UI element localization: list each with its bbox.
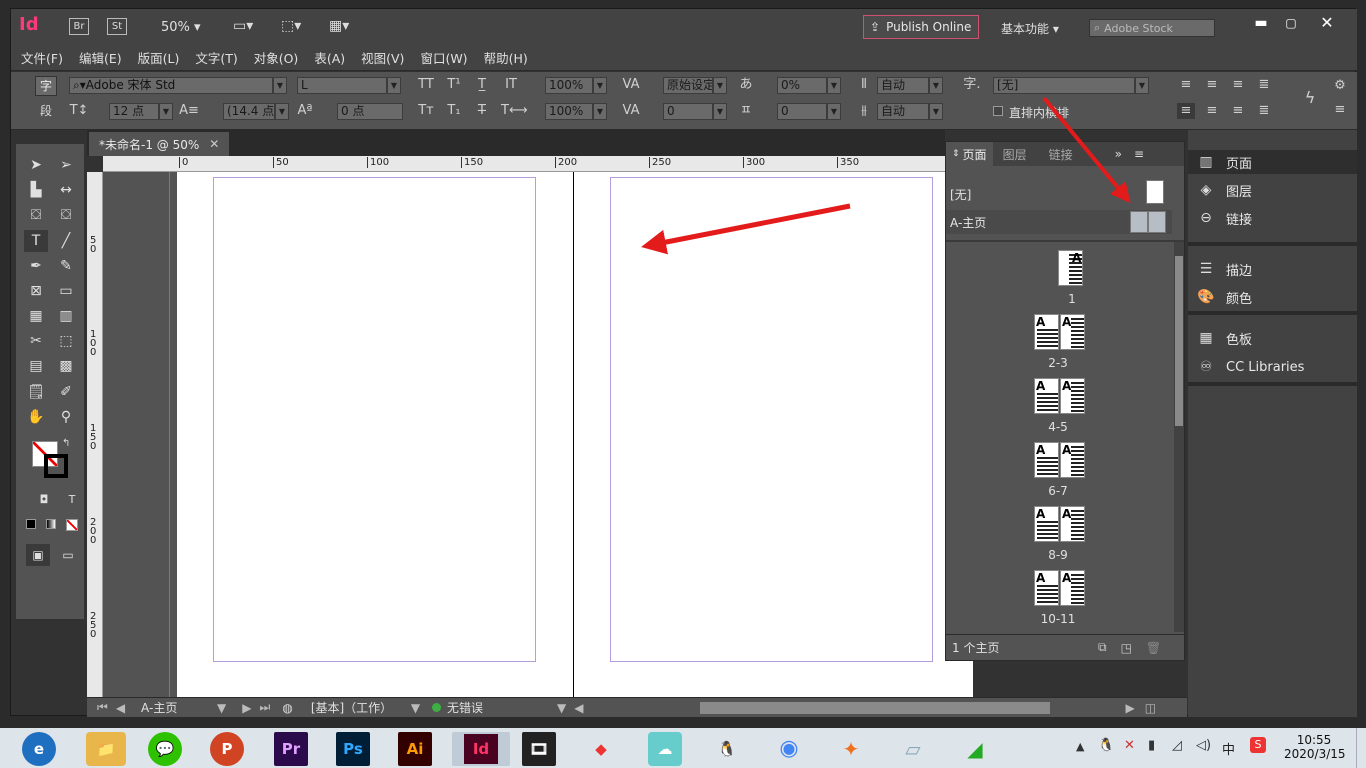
- taskbar-app-qq[interactable]: 🐧: [710, 732, 744, 766]
- taskbar-app-photoshop[interactable]: Ps: [336, 732, 370, 766]
- taskbar-app-notes[interactable]: ▱: [896, 732, 930, 766]
- taskbar-app-green[interactable]: ◢: [958, 732, 992, 766]
- tray-expand-icon[interactable]: ▲: [1076, 740, 1084, 753]
- clock-time: 10:55: [1296, 733, 1332, 747]
- tray-battery-icon[interactable]: ▮: [1148, 738, 1155, 753]
- taskbar-app-pinwheel[interactable]: ◆: [584, 732, 618, 766]
- clock-date: 2020/3/15: [1284, 747, 1346, 761]
- start-button[interactable]: e: [22, 732, 56, 766]
- taskbar-app-premiere[interactable]: Pr: [274, 732, 308, 766]
- taskbar-app-chrome[interactable]: ◉: [772, 732, 806, 766]
- taskbar-app-wechat[interactable]: 💬: [148, 732, 182, 766]
- tray-network-icon[interactable]: ◿: [1172, 738, 1182, 753]
- tray-sogou-icon[interactable]: S: [1250, 737, 1266, 753]
- taskbar-app-powerpoint[interactable]: P: [210, 732, 244, 766]
- tray-volume-icon[interactable]: ◁): [1196, 738, 1211, 753]
- taskbar-app-cloud[interactable]: ☁: [648, 732, 682, 766]
- taskbar-app-video[interactable]: 🎞: [522, 732, 556, 766]
- red-arrow-to-master: [1042, 96, 1131, 204]
- tray-mute-icon[interactable]: ✕: [1124, 738, 1135, 753]
- taskbar-app-illustrator[interactable]: Ai: [398, 732, 432, 766]
- red-arrow-to-page: [641, 203, 851, 255]
- clock[interactable]: 10:55 2020/3/15: [1284, 733, 1346, 761]
- tray-qq-icon[interactable]: 🐧: [1098, 738, 1114, 753]
- annotation-overlay: [641, 96, 1131, 255]
- taskbar-app-indesign[interactable]: Id: [452, 732, 510, 766]
- windows-taskbar: e 📁 💬 P Pr Ps Ai Id 🎞 ◆ ☁ 🐧 ◉ ✦ ▱ ◢ ▲ 🐧 …: [0, 728, 1366, 768]
- taskbar-app-folder[interactable]: 📁: [86, 732, 126, 766]
- show-desktop-button[interactable]: [1356, 728, 1366, 768]
- tray-ime[interactable]: 中: [1222, 739, 1235, 758]
- taskbar-app-browser[interactable]: ✦: [834, 732, 868, 766]
